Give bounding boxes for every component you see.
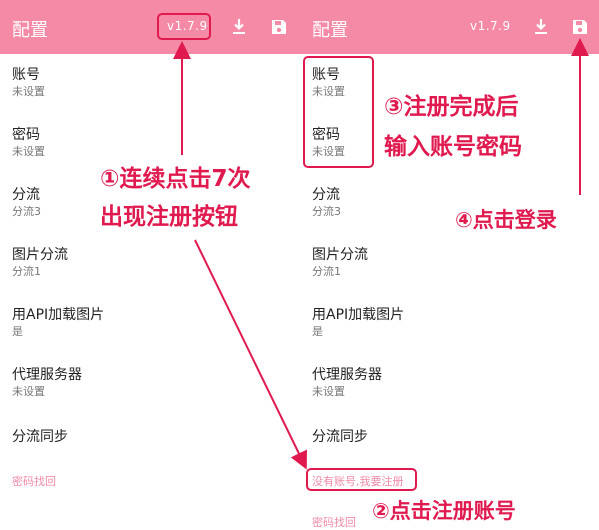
left-app-bar: 配置 v1.7.9 xyxy=(0,0,300,54)
setting-password[interactable]: 密码 未设置 xyxy=(12,126,45,160)
annotation-step2: ②点击注册账号 xyxy=(372,499,516,523)
save-icon[interactable] xyxy=(270,17,288,37)
password-recover-link[interactable]: 密码找回 xyxy=(312,514,356,530)
setting-value: 是 xyxy=(12,325,23,338)
version-highlight-box xyxy=(157,13,211,40)
setting-value: 未设置 xyxy=(12,85,45,98)
download-icon[interactable] xyxy=(532,17,550,37)
setting-value: 未设置 xyxy=(312,385,345,398)
setting-label: 分流同步 xyxy=(12,429,68,445)
credentials-highlight-box xyxy=(303,56,374,168)
annotation-step4: ④点击登录 xyxy=(455,208,557,232)
right-page-title: 配置 xyxy=(312,20,348,41)
setting-api-images[interactable]: 用API加载图片 是 xyxy=(12,306,104,340)
annotation-step1-line1: ①连续点击7次 xyxy=(100,166,251,192)
setting-label: 分流同步 xyxy=(312,429,368,445)
password-recover-link[interactable]: 密码找回 xyxy=(12,473,56,489)
setting-label: 代理服务器 xyxy=(12,367,82,383)
setting-label: 账号 xyxy=(12,67,40,83)
setting-proxy[interactable]: 代理服务器 未设置 xyxy=(12,366,82,400)
setting-label: 分流 xyxy=(12,187,40,203)
register-highlight-box xyxy=(306,468,417,491)
setting-value: 是 xyxy=(312,325,323,338)
setting-value: 未设置 xyxy=(12,145,45,158)
save-icon[interactable] xyxy=(571,17,589,37)
left-screen: 配置 v1.7.9 账号 未设置 密码 未设置 分流 分流3 图片分流 分流1 … xyxy=(0,0,300,530)
left-page-title: 配置 xyxy=(12,20,48,41)
setting-image-shunt[interactable]: 图片分流 分流1 xyxy=(12,246,68,280)
setting-shunt-sync[interactable]: 分流同步 xyxy=(312,428,368,446)
setting-shunt-sync[interactable]: 分流同步 xyxy=(12,428,68,446)
annotation-step1-line2: 出现注册按钮 xyxy=(100,204,238,230)
setting-label: 代理服务器 xyxy=(312,367,382,383)
download-icon[interactable] xyxy=(230,17,248,37)
setting-image-shunt[interactable]: 图片分流 分流1 xyxy=(312,246,368,280)
setting-label: 分流 xyxy=(312,187,340,203)
setting-label: 图片分流 xyxy=(12,247,68,263)
right-app-bar: 配置 v1.7.9 xyxy=(300,0,599,54)
setting-label: 用API加载图片 xyxy=(312,307,405,323)
annotation-step3-line1: ③注册完成后 xyxy=(384,94,519,120)
setting-shunt[interactable]: 分流 分流3 xyxy=(12,186,41,220)
setting-value: 分流3 xyxy=(312,205,341,218)
setting-api-images[interactable]: 用API加载图片 是 xyxy=(312,306,404,340)
setting-label: 密码 xyxy=(12,127,40,143)
setting-value: 分流3 xyxy=(12,205,41,218)
right-version-label[interactable]: v1.7.9 xyxy=(470,19,511,33)
setting-label: 图片分流 xyxy=(312,247,368,263)
annotation-step3-line2: 输入账号密码 xyxy=(384,134,522,160)
setting-shunt[interactable]: 分流 分流3 xyxy=(312,186,341,220)
setting-value: 分流1 xyxy=(12,265,41,278)
setting-account[interactable]: 账号 未设置 xyxy=(12,66,45,100)
setting-proxy[interactable]: 代理服务器 未设置 xyxy=(312,366,382,400)
setting-label: 用API加载图片 xyxy=(12,307,105,323)
setting-value: 分流1 xyxy=(312,265,341,278)
setting-value: 未设置 xyxy=(12,385,45,398)
